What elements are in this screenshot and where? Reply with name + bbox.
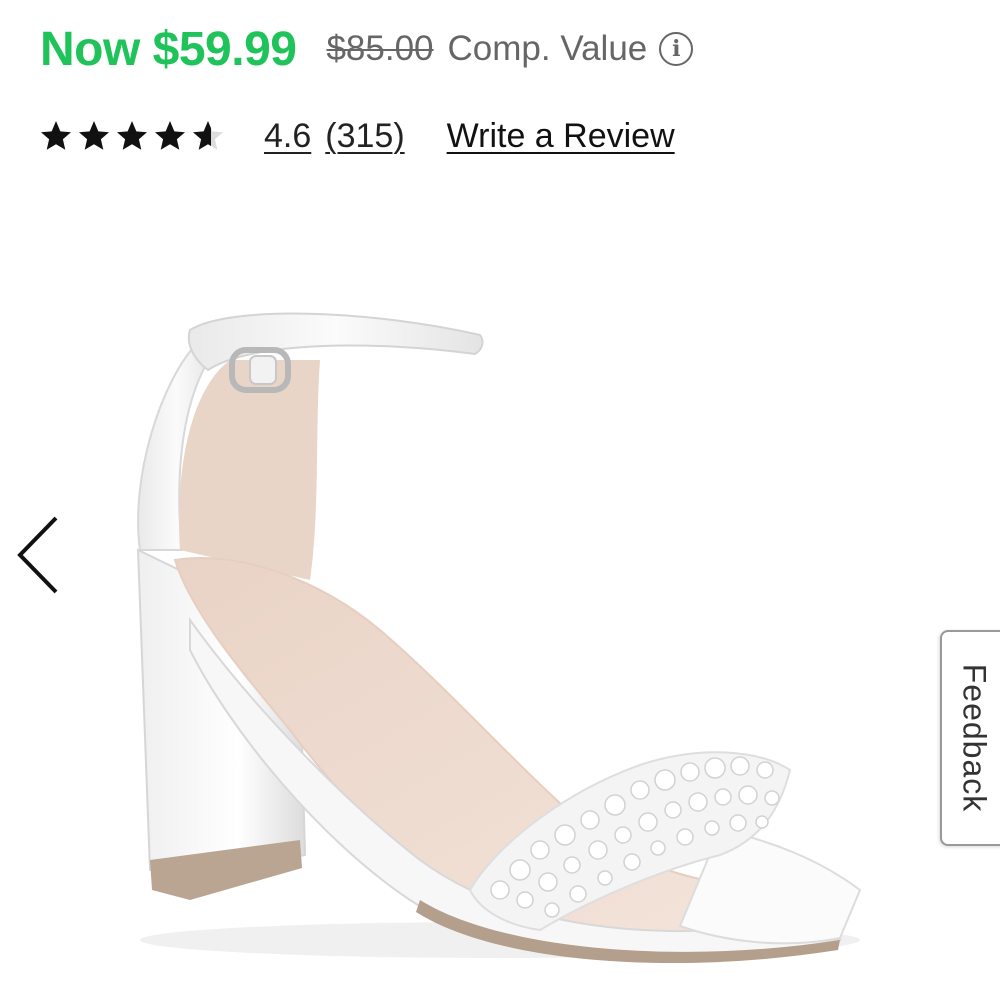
star-icon (117, 121, 147, 150)
write-review-link[interactable]: Write a Review (447, 117, 675, 156)
price-row: Now $59.99 $85.00 Comp. Value i (40, 18, 694, 80)
star-icon (41, 121, 71, 150)
sale-price: Now $59.99 (40, 22, 297, 76)
info-icon[interactable]: i (659, 32, 694, 66)
review-count-link[interactable]: (315) (325, 117, 404, 156)
feedback-label: Feedback (956, 663, 993, 813)
rating-row: 4.6 (315) Write a Review (38, 110, 675, 162)
comp-value-label: Comp. Value (447, 29, 648, 68)
star-icon (79, 121, 109, 150)
product-image (136, 312, 862, 964)
partial-star-icon (193, 121, 223, 150)
feedback-tab[interactable]: Feedback (940, 630, 1000, 846)
star-rating[interactable] (38, 118, 226, 154)
product-gallery: Feedback (0, 200, 1000, 1000)
rating-value-link[interactable]: 4.6 (264, 117, 311, 156)
star-icon (155, 121, 185, 150)
chevron-left-icon[interactable] (10, 510, 70, 600)
original-price: $85.00 (326, 29, 434, 68)
